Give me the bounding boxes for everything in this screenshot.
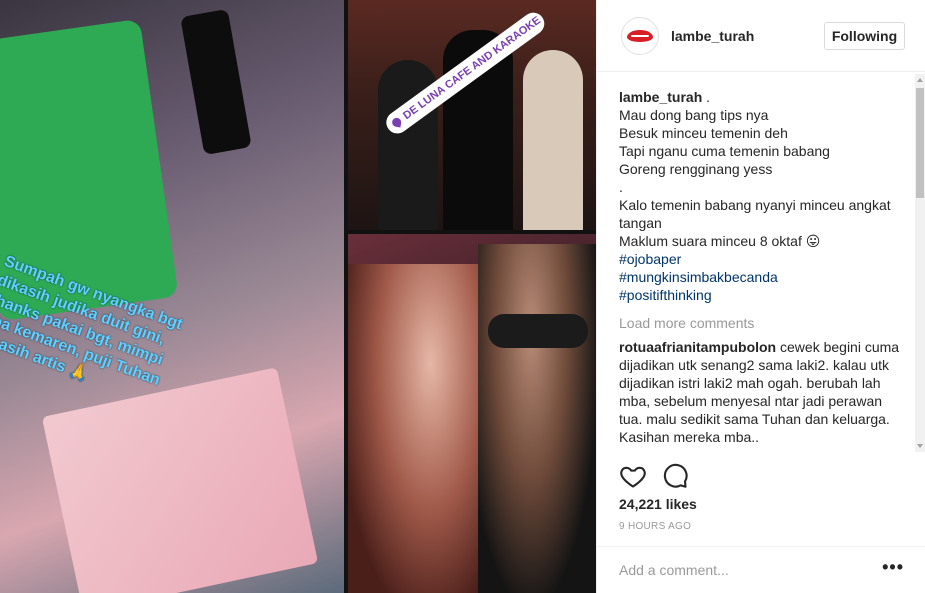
man-figure [478,244,596,593]
caption-line: . [619,179,623,195]
scroll-up-arrow-icon[interactable] [917,78,923,82]
caption-suffix: . [702,89,711,105]
woman-figure [348,264,498,593]
likes-count[interactable]: 24,221 likes [619,496,697,512]
load-more-comments-link[interactable]: Load more comments [619,314,909,332]
caption-username[interactable]: lambe_turah [619,89,702,105]
caption-line: Maklum suara minceu 8 oktaf 😛 [619,233,821,249]
post-header: lambe_turah Following [597,0,925,72]
comment-username[interactable]: rotuaafrianitampubolon [619,339,776,355]
hashtag-link[interactable]: #mungkinsimbakbecanda [619,268,909,286]
money-shape [41,367,319,593]
post-actions [619,462,909,490]
post-username[interactable]: lambe_turah [671,28,824,44]
comment-item: rotuaafrianitampubolon cewek begini cuma… [619,338,909,446]
caption-line: Tapi nganu cuma temenin babang [619,143,830,159]
post-photo[interactable]: Sumpah gw nyangka bgt dikasih judika dui… [0,0,596,593]
lips-logo-icon [627,29,653,42]
scrollbar-thumb[interactable] [916,88,924,198]
hashtag-link[interactable]: #ojobaper [619,250,909,268]
more-options-icon[interactable]: ••• [882,558,904,578]
person-right [523,50,583,230]
post-side-panel: lambe_turah Following lambe_turah . Mau … [596,0,925,593]
caption: lambe_turah . Mau dong bang tips nya Bes… [619,88,909,304]
caption-line: Mau dong bang tips nya [619,107,769,123]
caption-line: Goreng rengginang yess [619,161,773,177]
add-comment-bar: ••• [597,546,925,593]
karaoke-group-photo [348,0,596,230]
phone-shape [180,8,252,156]
hashtag-link[interactable]: #positifthinking [619,286,909,304]
following-button[interactable]: Following [824,21,905,50]
comments-scrollbar[interactable] [915,74,925,452]
selfie-photo [348,234,596,593]
comments-list[interactable]: lambe_turah . Mau dong bang tips nya Bes… [619,88,909,454]
location-pin-icon [391,117,402,128]
comment-icon[interactable] [661,462,689,490]
avatar[interactable] [621,16,659,55]
comment-input[interactable] [619,562,883,578]
sunglasses-shape [488,314,588,348]
heart-icon[interactable] [619,462,647,490]
scroll-down-arrow-icon[interactable] [917,444,923,448]
caption-line: Besuk minceu temenin deh [619,125,788,141]
caption-line: Kalo temenin babang nyanyi minceu angkat… [619,197,891,231]
post-timestamp[interactable]: 9 HOURS AGO [619,521,691,532]
